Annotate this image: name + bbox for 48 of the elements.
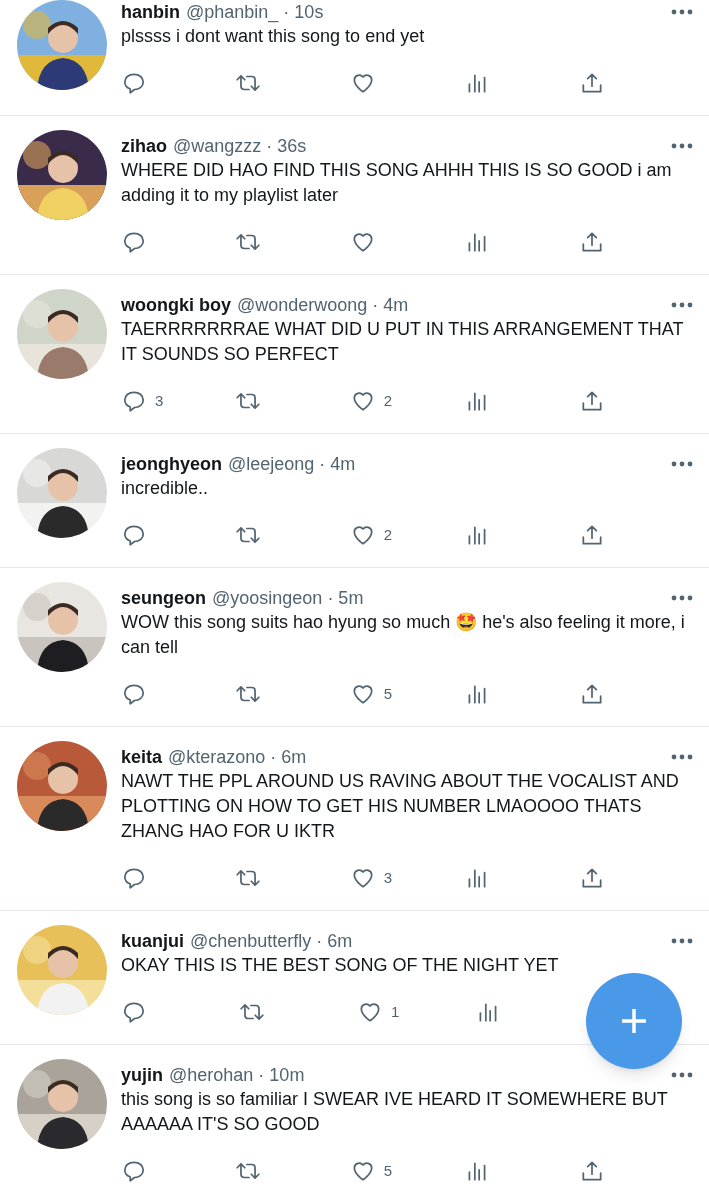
tweet-time: · 4m <box>372 293 409 317</box>
tweet-time: · 10m <box>258 1063 305 1087</box>
user-handle: @herohan <box>169 1063 254 1087</box>
action-count: 5 <box>383 1160 393 1181</box>
tweet-time: · 10s <box>283 0 324 24</box>
tweet-text: WOW this song suits hao hyung so much 🤩 he's also feeling it more, i can tell <box>121 611 686 659</box>
action-count: 3 <box>155 390 164 411</box>
user-handle: @chenbutterfly <box>190 929 312 953</box>
tweet-text: this song is so familiar I SWEAR IVE HEARD IT SOMEWHERE BUT AAAAAA IT'S SO GOOD <box>121 1088 669 1136</box>
more-icon[interactable] <box>671 461 693 467</box>
user-name[interactable]: hanbin <box>121 0 180 26</box>
user-name[interactable]: seungeon <box>121 584 206 612</box>
more-icon[interactable] <box>671 302 693 308</box>
user-name[interactable]: keita <box>121 743 163 771</box>
tweet-time: · 6m <box>316 929 353 953</box>
tweet-time: · 36s <box>266 134 307 158</box>
tweet-text: incredible.. <box>121 477 210 500</box>
user-handle: @leejeong <box>228 452 315 476</box>
user-name[interactable]: zihao <box>121 132 167 160</box>
tweet-text: NAWT THE PPL AROUND US RAVING ABOUT THE VOCALIST AND PLOTTING ON HOW TO GET HIS NUMBER LMAOOOO THATS ZHANG HAO FOR U IKTR <box>121 770 680 843</box>
tweet-time: · 4m <box>319 452 356 476</box>
action-count: 1 <box>391 1001 400 1022</box>
plus-icon <box>620 1007 648 1035</box>
user-handle: @wonderwoong <box>237 293 368 317</box>
more-icon[interactable] <box>671 938 693 944</box>
more-icon[interactable] <box>671 595 693 601</box>
more-icon[interactable] <box>671 754 693 760</box>
action-count: 5 <box>383 683 393 704</box>
user-name[interactable]: kuanjui <box>121 927 184 955</box>
action-count: 2 <box>383 390 393 411</box>
more-icon[interactable] <box>671 1072 693 1078</box>
user-handle: @yoosingeon <box>212 586 323 610</box>
action-count: 3 <box>383 867 393 888</box>
tweet-time: · 5m <box>327 586 364 610</box>
user-name[interactable]: jeonghyeon <box>121 450 222 478</box>
tweet-text: TAERRRRRRRAE WHAT DID U PUT IN THIS ARRANGEMENT THAT IT SOUNDS SO PERFECT <box>121 318 685 366</box>
more-icon[interactable] <box>671 143 693 149</box>
tweet-text: OKAY THIS IS THE BEST SONG OF THE NIGHT YET <box>121 954 560 977</box>
tweet-text: WHERE DID HAO FIND THIS SONG AHHH THIS IS SO GOOD i am adding it to my playlist later <box>121 159 673 207</box>
user-name[interactable]: woongki boy <box>121 291 231 319</box>
user-handle: @wangzzz <box>173 134 262 158</box>
more-icon[interactable] <box>671 9 693 15</box>
user-handle: @phanbin_ <box>186 0 279 25</box>
user-name[interactable]: yujin <box>121 1061 163 1089</box>
tweet-time: · 6m <box>270 745 307 769</box>
action-count: 2 <box>383 524 393 545</box>
tweet-text: plssss i dont want this song to end yet <box>121 25 426 48</box>
user-handle: @kterazono <box>168 745 266 769</box>
